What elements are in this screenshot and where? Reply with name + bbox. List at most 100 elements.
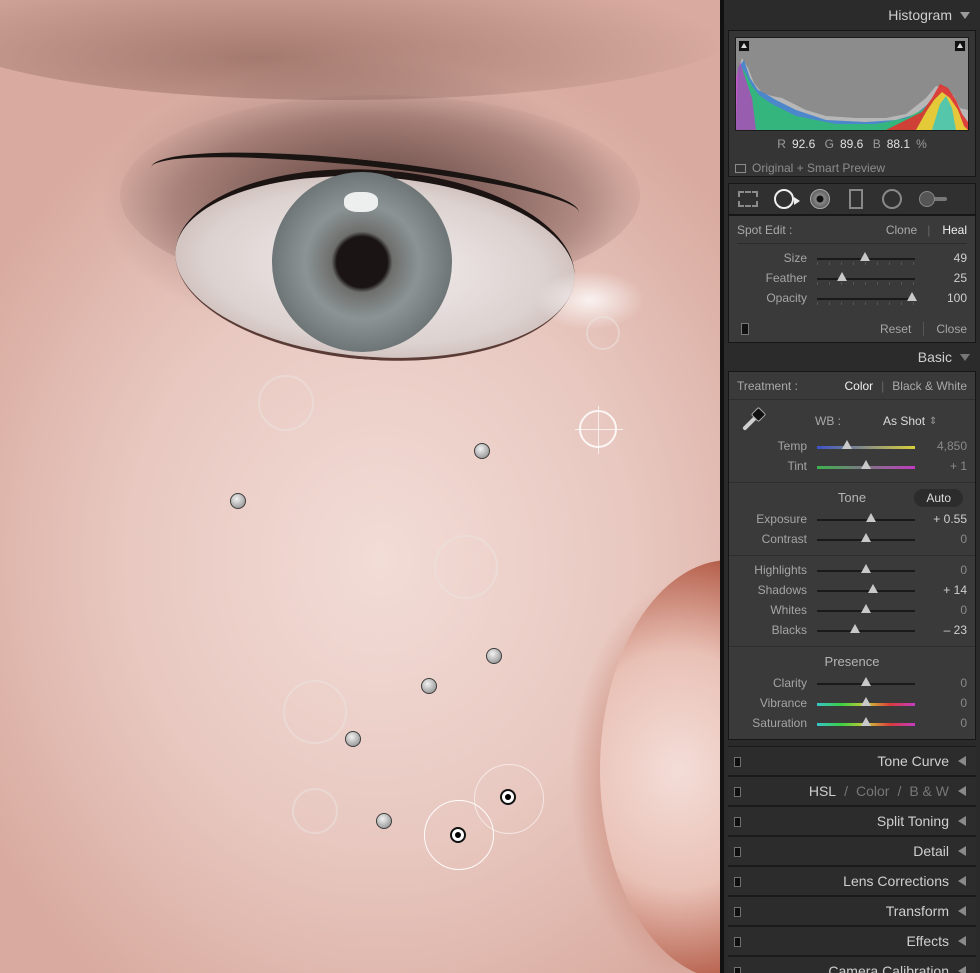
size-slider[interactable] — [817, 252, 915, 265]
vibrance-slider[interactable] — [817, 696, 915, 706]
wb-eyedropper-icon[interactable] — [737, 406, 767, 436]
basic-header[interactable]: Basic — [724, 343, 980, 371]
exposure-value[interactable]: + 0.55 — [915, 512, 967, 526]
collapse-triangle-icon[interactable] — [960, 11, 970, 19]
adjustment-brush-tool[interactable] — [919, 188, 947, 210]
spot-source-ring[interactable] — [283, 680, 347, 744]
clarity-value[interactable]: 0 — [915, 676, 967, 690]
spot-removal-tool[interactable] — [773, 188, 800, 210]
hsl-panel-header[interactable]: HSL / Color / B & W — [728, 776, 976, 806]
wb-preset-select[interactable]: As Shot — [883, 414, 925, 428]
tone-curve-panel-header[interactable]: Tone Curve — [728, 746, 976, 776]
close-button[interactable]: Close — [936, 322, 967, 336]
wb-dropdown-arrows-icon[interactable]: ⇕ — [929, 416, 937, 427]
spot-source-ring[interactable] — [258, 375, 314, 431]
histogram-header[interactable]: Histogram — [724, 0, 980, 30]
saturation-value[interactable]: 0 — [915, 716, 967, 730]
expand-triangle-icon[interactable] — [958, 936, 966, 946]
color-tab[interactable]: Color — [856, 783, 889, 799]
reset-button[interactable]: Reset — [880, 322, 911, 336]
panel-toggle-switch[interactable] — [734, 907, 741, 917]
shadows-slider[interactable] — [817, 584, 915, 593]
spot-pin-selected[interactable] — [450, 827, 466, 843]
opacity-slider[interactable] — [817, 292, 918, 305]
panel-toggle-switch[interactable] — [734, 847, 741, 857]
opacity-value[interactable]: 100 — [915, 291, 967, 305]
blacks-slider[interactable] — [817, 624, 915, 633]
graduated-filter-tool[interactable] — [845, 188, 867, 210]
panel-toggle-switch[interactable] — [734, 787, 741, 797]
saturation-slider-thumb[interactable] — [861, 716, 871, 726]
panel-toggle-switch[interactable] — [734, 817, 741, 827]
spot-pin[interactable] — [230, 493, 246, 509]
blacks-slider-thumb[interactable] — [850, 624, 861, 633]
expand-triangle-icon[interactable] — [958, 906, 966, 916]
shadows-slider-thumb[interactable] — [867, 584, 878, 593]
expand-triangle-icon[interactable] — [958, 966, 966, 973]
highlight-clipping-button[interactable] — [954, 40, 966, 52]
clarity-slider[interactable] — [817, 677, 915, 686]
lens-corrections-panel-header[interactable]: Lens Corrections — [728, 866, 976, 896]
treatment-color-button[interactable]: Color — [844, 379, 873, 393]
whites-slider-thumb[interactable] — [861, 604, 871, 613]
treatment-bw-button[interactable]: Black & White — [892, 379, 967, 393]
expand-triangle-icon[interactable] — [958, 756, 966, 766]
spot-pin[interactable] — [486, 648, 502, 664]
feather-slider-thumb[interactable] — [836, 272, 847, 281]
bw-tab[interactable]: B & W — [909, 783, 949, 799]
temp-slider-thumb[interactable] — [842, 439, 853, 449]
auto-tone-button[interactable]: Auto — [914, 489, 963, 507]
size-slider-thumb[interactable] — [860, 252, 871, 261]
spot-pin[interactable] — [474, 443, 490, 459]
exposure-slider-thumb[interactable] — [865, 513, 876, 522]
saturation-slider[interactable] — [817, 716, 915, 726]
histogram-graph[interactable] — [735, 37, 969, 131]
feather-slider[interactable] — [817, 272, 915, 285]
contrast-value[interactable]: 0 — [915, 532, 967, 546]
smart-preview-status[interactable]: Original + Smart Preview — [735, 161, 969, 175]
temp-value[interactable]: 4,850 — [915, 439, 967, 453]
vibrance-slider-thumb[interactable] — [861, 696, 871, 706]
whites-slider[interactable] — [817, 604, 915, 613]
photo-canvas[interactable] — [0, 0, 720, 973]
tint-slider-thumb[interactable] — [861, 459, 871, 469]
panel-toggle-switch[interactable] — [734, 967, 741, 973]
temp-slider[interactable] — [817, 439, 915, 449]
exposure-slider[interactable] — [817, 513, 915, 522]
collapse-triangle-icon[interactable] — [960, 353, 970, 361]
highlights-value[interactable]: 0 — [915, 563, 967, 577]
panel-toggle-switch[interactable] — [734, 877, 741, 887]
hsl-tab[interactable]: HSL — [809, 783, 836, 799]
contrast-slider[interactable] — [817, 533, 915, 542]
panel-toggle-switch[interactable] — [734, 757, 741, 767]
size-value[interactable]: 49 — [915, 251, 967, 265]
expand-triangle-icon[interactable] — [958, 816, 966, 826]
whites-value[interactable]: 0 — [915, 603, 967, 617]
expand-triangle-icon[interactable] — [958, 846, 966, 856]
contrast-slider-thumb[interactable] — [861, 533, 871, 542]
spot-pin[interactable] — [421, 678, 437, 694]
tool-toggle-switch[interactable] — [741, 323, 749, 335]
shadow-clipping-button[interactable] — [738, 40, 750, 52]
spot-source-ring[interactable] — [586, 316, 620, 350]
spot-source-ring[interactable] — [292, 788, 338, 834]
camera-calibration-panel-header[interactable]: Camera Calibration — [728, 956, 976, 973]
blacks-value[interactable]: – 23 — [915, 623, 967, 637]
highlights-slider-thumb[interactable] — [861, 564, 871, 573]
tint-value[interactable]: + 1 — [915, 459, 967, 473]
red-eye-tool[interactable] — [809, 188, 831, 210]
radial-filter-tool[interactable] — [881, 188, 903, 210]
spot-pin[interactable] — [345, 731, 361, 747]
effects-panel-header[interactable]: Effects — [728, 926, 976, 956]
tint-slider[interactable] — [817, 459, 915, 469]
heal-mode-button[interactable]: Heal — [942, 223, 967, 237]
split-toning-panel-header[interactable]: Split Toning — [728, 806, 976, 836]
expand-triangle-icon[interactable] — [958, 786, 966, 796]
shadows-value[interactable]: + 14 — [915, 583, 967, 597]
detail-panel-header[interactable]: Detail — [728, 836, 976, 866]
spot-source-ring[interactable] — [434, 535, 498, 599]
opacity-slider-thumb[interactable] — [907, 292, 918, 301]
feather-value[interactable]: 25 — [915, 271, 967, 285]
clone-mode-button[interactable]: Clone — [886, 223, 917, 237]
vibrance-value[interactable]: 0 — [915, 696, 967, 710]
